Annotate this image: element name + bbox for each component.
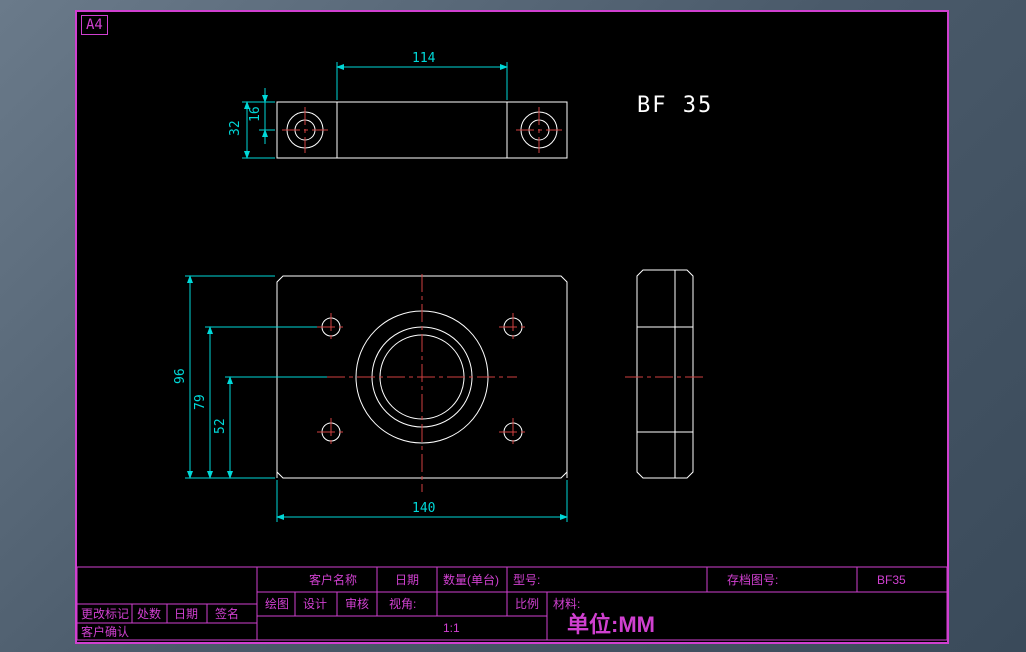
drawing-sheet: A4 xyxy=(75,10,949,644)
dim-top-height: 32 xyxy=(228,120,243,136)
dim-front-bore-ctr: 52 xyxy=(213,418,228,434)
dim-front-width: 140 xyxy=(412,501,435,516)
tb-scale-val: 1:1 xyxy=(443,621,460,635)
dim-top-hole-offset: 16 xyxy=(248,106,263,122)
tb-design: 设计 xyxy=(303,597,327,611)
tb-date: 日期 xyxy=(395,573,419,587)
dim-front-height: 96 xyxy=(173,368,188,384)
tb-cust-confirm: 客户确认 xyxy=(81,624,129,639)
side-view xyxy=(625,270,705,478)
tb-view: 视角: xyxy=(389,596,416,611)
tb-qty: 数量(单台) xyxy=(443,572,499,587)
top-view: 114 32 16 xyxy=(228,51,567,158)
dim-front-bolt-v: 79 xyxy=(193,394,208,410)
tb-material: 材料: xyxy=(553,597,580,611)
drawing-svg: 114 32 16 BF 35 xyxy=(77,12,947,642)
tb-cust-name: 客户名称 xyxy=(309,572,357,587)
tb-check: 审核 xyxy=(345,596,369,611)
tb-archive: 存档图号: xyxy=(727,573,778,587)
part-label: BF 35 xyxy=(637,93,713,118)
tb-archive-val: BF35 xyxy=(877,573,906,587)
tb-unit: 单位:MM xyxy=(567,612,655,637)
front-view: 140 96 79 52 xyxy=(173,274,567,522)
title-block: 更改标记 处数 日期 签名 客户确认 客户名称 日期 数量(单台) 型号: 存档… xyxy=(77,567,947,640)
tb-rev-mark: 更改标记 xyxy=(81,607,129,621)
tb-drawn: 绘图 xyxy=(265,596,289,611)
dim-top-width: 114 xyxy=(412,51,436,66)
tb-rev-sign: 签名 xyxy=(215,606,239,621)
tb-rev-cnt: 处数 xyxy=(137,606,161,621)
tb-rev-date: 日期 xyxy=(174,607,198,621)
tb-scale: 比例 xyxy=(515,597,539,611)
tb-model: 型号: xyxy=(513,573,540,587)
